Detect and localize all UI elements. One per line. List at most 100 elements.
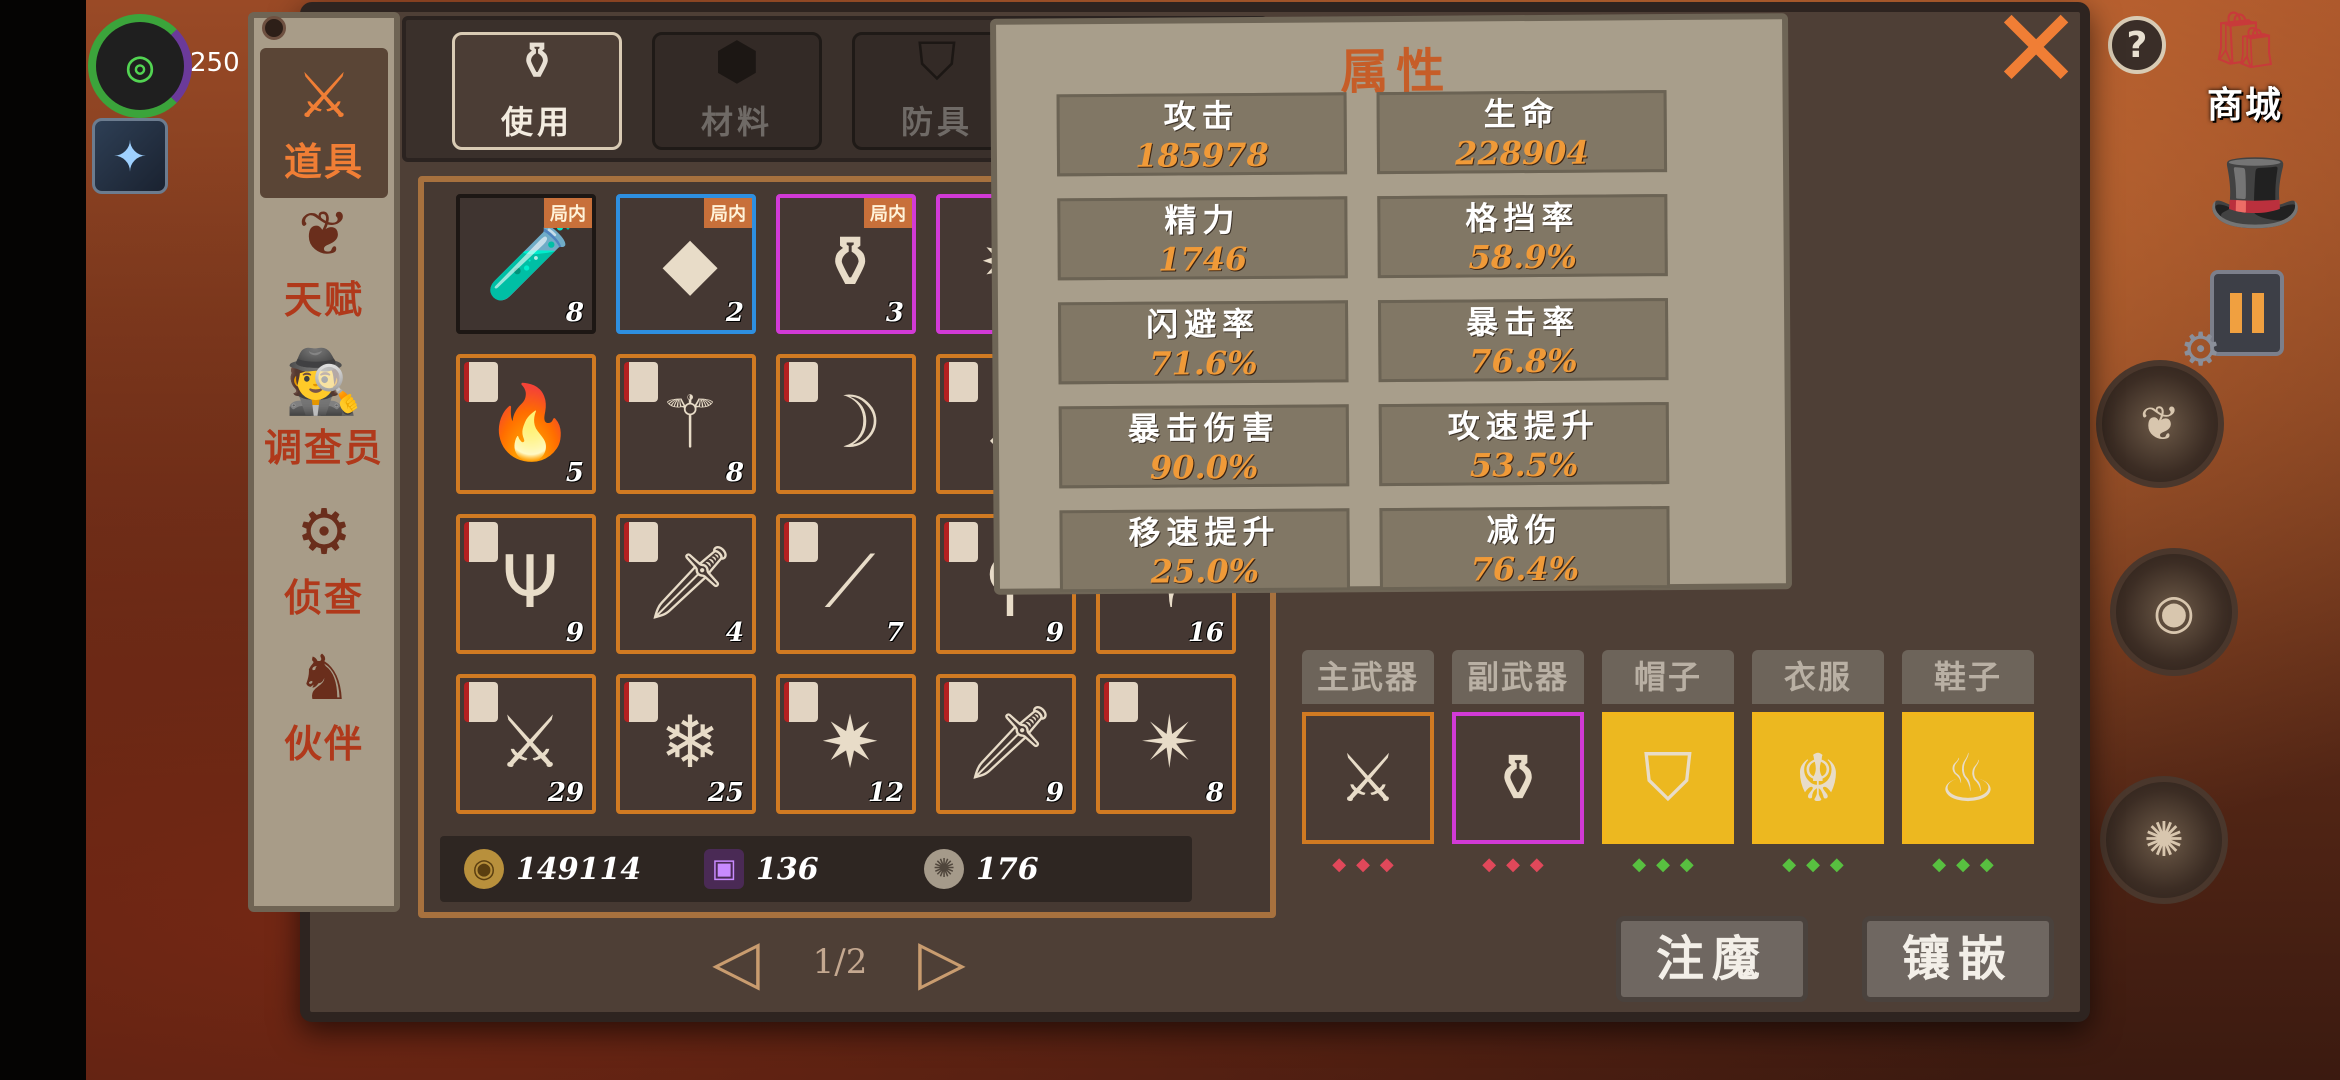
shop-button[interactable]: 🛍 商城 <box>2180 6 2310 126</box>
inventory-slot[interactable]: ⟋ 7 <box>776 514 916 654</box>
gem-socket-icon: ◆ <box>1379 854 1404 875</box>
inventory-slot[interactable]: ✷ 12 <box>776 674 916 814</box>
equip-slot[interactable]: 主武器 ⚔ ◆◆◆ <box>1302 650 1434 875</box>
stat-row: 攻速提升 53.5% <box>1378 402 1670 487</box>
currency-spellbook: ▣ 136 <box>704 844 819 894</box>
gem-socket-icon: ◆ <box>1356 854 1380 875</box>
side-item-recon[interactable]: ⚙ 侦查 <box>260 484 388 634</box>
skill-round-button-3[interactable]: ✺ <box>2100 776 2228 904</box>
currency-value: 176 <box>976 851 1039 887</box>
dark-helm-icon: ⛉ <box>1602 712 1734 844</box>
side-item-talent[interactable]: ❦ 天赋 <box>260 186 388 336</box>
inventory-slot[interactable]: ⚔ 29 <box>456 674 596 814</box>
page-indicator: 1/2 <box>812 942 868 982</box>
inventory-slot[interactable]: ◆ 局内 2 <box>616 194 756 334</box>
material-stone-icon: ⬢ <box>714 32 760 92</box>
equip-slot-label: 衣服 <box>1752 650 1884 704</box>
stat-name: 闪避率 <box>1145 304 1261 344</box>
tab-use[interactable]: ⚱ 使用 <box>452 32 622 150</box>
inventory-slot[interactable]: 🔥 5 <box>456 354 596 494</box>
stat-name: 生命 <box>1483 94 1560 134</box>
item-count: 4 <box>725 618 744 648</box>
equip-slot-label: 鞋子 <box>1902 650 2034 704</box>
inventory-slot[interactable]: ✴ 8 <box>1096 674 1236 814</box>
red-mace-icon: ✷ <box>819 700 881 784</box>
shop-bag-icon: 🛍 <box>2209 8 2281 73</box>
player-status-ring[interactable]: ◎ <box>88 14 192 118</box>
close-icon[interactable]: ✕ <box>1990 0 2082 104</box>
hud-level-number: 250 <box>190 48 240 78</box>
item-count: 9 <box>1045 618 1064 648</box>
attributes-panel: 属性 攻击 185978 生命 228904 精力 1746 格挡率 58.9% 闪避率 71.6… <box>989 13 1793 595</box>
tab-label: 材料 <box>700 103 773 141</box>
inventory-slot[interactable]: 🗡 9 <box>936 674 1076 814</box>
equip-slot[interactable]: 副武器 ⚱ ◆◆◆ <box>1452 650 1584 875</box>
blue-claw-icon: ❄ <box>659 700 721 784</box>
curved-sword-icon: 🗡 <box>964 699 1056 784</box>
demon-armor-icon: ☬ <box>1752 712 1884 844</box>
equip-slot[interactable]: 帽子 ⛉ ◆◆◆ <box>1602 650 1734 875</box>
inventory-slot[interactable]: ⚱ 局内 3 <box>776 194 916 334</box>
inventory-slot[interactable]: ⚚ 8 <box>616 354 756 494</box>
side-item-investigator[interactable]: 🕵 调查员 <box>260 334 388 484</box>
side-item-label: 伙伴 <box>283 721 364 766</box>
stat-row: 暴击率 76.8% <box>1377 298 1669 383</box>
top-hat-character-icon[interactable]: 🎩 <box>2200 132 2310 252</box>
currency-gear-coin: ✺ 176 <box>924 844 1039 894</box>
pause-bar <box>2252 293 2264 333</box>
currency-bar: ◉ 149114 ▣ 136 ✺ 176 <box>440 836 1192 902</box>
item-count: 29 <box>547 778 584 808</box>
stat-value: 53.5% <box>1469 445 1579 485</box>
partner-icon: ♞ <box>296 640 352 714</box>
pink-sword-icon: ⚔ <box>1302 712 1434 844</box>
inlay-button[interactable]: 镶嵌 <box>1862 916 2054 1002</box>
stat-name: 减伤 <box>1486 510 1563 550</box>
skill-round-button-2[interactable]: ◉ <box>2110 548 2238 676</box>
item-count: 7 <box>885 618 904 648</box>
page-prev-button[interactable]: ◁ <box>704 930 768 994</box>
tab-materials[interactable]: ⬢ 材料 <box>652 32 822 150</box>
help-button[interactable]: ? <box>2108 16 2166 74</box>
currency-value: 136 <box>756 851 819 887</box>
stat-name: 精力 <box>1164 201 1241 240</box>
gem-sockets: ◆◆◆ <box>1902 854 2034 875</box>
equip-slot[interactable]: 衣服 ☬ ◆◆◆ <box>1752 650 1884 875</box>
inventory-slot[interactable]: ☽ <box>776 354 916 494</box>
skill-round-button-1[interactable]: ❦ <box>2096 360 2224 488</box>
stat-name: 暴击率 <box>1465 302 1581 342</box>
page-next-button[interactable]: ▷ <box>910 930 974 994</box>
tab-label: 防具 <box>900 103 973 141</box>
stat-row: 生命 228904 <box>1376 90 1668 175</box>
target-icon: ◎ <box>126 40 154 92</box>
enchant-button[interactable]: 注魔 <box>1616 916 1808 1002</box>
stats-grid: 攻击 185978 生命 228904 精力 1746 格挡率 58.9% 闪避率 71.6% 暴击… <box>996 19 1782 593</box>
side-item-partner[interactable]: ♞ 伙伴 <box>260 630 388 780</box>
inventory-slot[interactable]: ❄ 25 <box>616 674 756 814</box>
currency-gold: ◉ 149114 <box>464 844 641 894</box>
item-count: 16 <box>1187 618 1224 648</box>
talent-tree-icon: ❦ <box>298 196 350 270</box>
investigator-icon: 🕵 <box>285 344 363 418</box>
gem-socket-icon: ◆ <box>1632 854 1657 875</box>
side-item-label: 侦查 <box>283 575 364 620</box>
gem-sockets: ◆◆◆ <box>1302 854 1434 875</box>
stat-value: 228904 <box>1455 133 1589 173</box>
helmet-icon: ⛉ <box>917 32 957 92</box>
trident-icon: Ψ <box>501 540 559 624</box>
skill-slot[interactable]: ✦ <box>92 118 168 194</box>
inventory-slot[interactable]: 🧪 局内 8 <box>456 194 596 334</box>
stat-value: 185978 <box>1135 135 1269 175</box>
spellbook-icon: ▣ <box>704 849 744 889</box>
stat-row: 精力 1746 <box>1057 196 1348 281</box>
fire-staff-icon: 🔥 <box>485 379 575 464</box>
equip-slot[interactable]: 鞋子 ♨ ◆◆◆ <box>1902 650 2034 875</box>
side-item-items[interactable]: ⚔ 道具 <box>260 48 388 198</box>
claw-blade-icon: ✴ <box>1139 700 1201 784</box>
item-count: 8 <box>565 298 584 328</box>
item-count: 12 <box>867 778 904 808</box>
stat-row: 攻击 185978 <box>1056 92 1348 177</box>
inventory-slot[interactable]: 🗡 4 <box>616 514 756 654</box>
dark-blade-icon: 🗡 <box>644 539 736 624</box>
inventory-slot[interactable]: Ψ9 <box>456 514 596 654</box>
gold-coin-icon: ◉ <box>464 849 504 889</box>
